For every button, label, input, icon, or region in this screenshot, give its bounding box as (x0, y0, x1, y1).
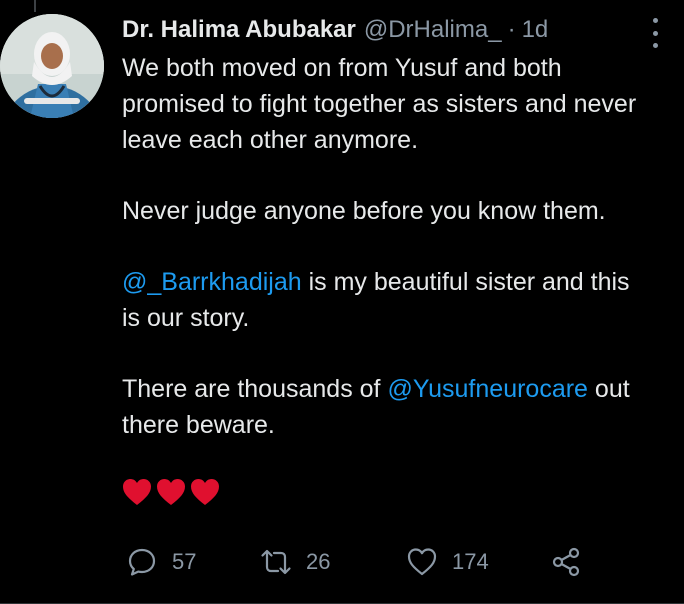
tweet-paragraph: There are thousands of @Yusufneurocare o… (122, 371, 654, 443)
like-count: 174 (452, 549, 489, 574)
tweet-paragraph: We both moved on from Yusuf and both pro… (122, 54, 637, 154)
like-button[interactable]: 174 (406, 546, 489, 578)
reply-count: 57 (172, 549, 197, 574)
mention-link[interactable]: @Yusufneurocare (387, 375, 588, 403)
separator-dot: · (507, 16, 516, 43)
tweet-header: Dr. Halima Abubakar @DrHalima_ · 1d (122, 14, 654, 46)
tweet-text: We both moved on from Yusuf and both pro… (122, 50, 654, 443)
retweet-count: 26 (306, 549, 331, 574)
heart-emoji-icon (157, 479, 185, 505)
tweet-actions: 57 26 174 (126, 540, 586, 584)
retweet-icon (261, 549, 291, 575)
more-options-icon[interactable] (650, 18, 660, 48)
author-handle[interactable]: @DrHalima_ (364, 14, 502, 46)
avatar[interactable] (0, 14, 104, 118)
tweet-paragraph: Never judge anyone before you know them. (122, 197, 606, 225)
heart-emoji-icon (191, 479, 219, 505)
retweet-button[interactable]: 26 (260, 546, 330, 578)
avatar-image (0, 14, 104, 118)
share-icon (552, 547, 580, 577)
paragraph-text: There are thousands of (122, 375, 388, 403)
heart-emojis (122, 478, 654, 506)
reply-icon (128, 548, 156, 576)
share-button[interactable] (550, 546, 582, 578)
heart-emoji-icon (123, 479, 151, 505)
tweet-content: Dr. Halima Abubakar @DrHalima_ · 1d We b… (122, 14, 654, 506)
thread-connector-line (34, 0, 36, 12)
reply-button[interactable]: 57 (126, 546, 196, 578)
tweet-paragraph: @_Barrkhadijah is my beautiful sister an… (122, 264, 654, 336)
like-icon (407, 548, 437, 576)
tweet-timestamp[interactable]: 1d (522, 14, 549, 46)
mention-link[interactable]: @_Barrkhadijah (122, 268, 302, 296)
author-name[interactable]: Dr. Halima Abubakar (122, 14, 356, 46)
